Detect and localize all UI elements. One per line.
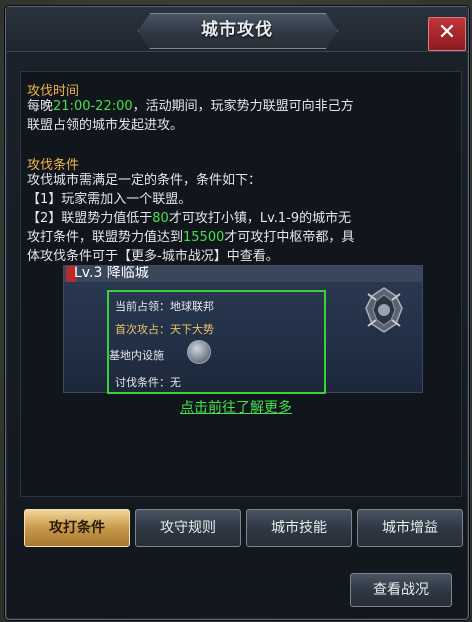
item2-mid: 才可攻打小镇，Lv.1-9的城市无 [168,211,352,226]
highlight-box: 当前占领：地球联邦 首次攻占：天下大势 基地内设施 讨伐条件：无 [107,290,326,394]
condition-item-2: 【2】联盟势力值低于80才可攻打小镇，Lv.1-9的城市无 [27,209,447,228]
item2-prefix: 【2】联盟势力值低于 [27,211,153,226]
close-button[interactable]: ✕ [428,17,466,51]
tab-city-buffs[interactable]: 城市增益 [357,509,463,547]
condition-text: 讨伐条件：无 [115,376,181,389]
time-suffix: ，活动期间，玩家势力联盟可向非己方 [132,99,354,114]
item2-line2-suffix: 才可攻打中枢帝都，具 [224,230,355,245]
condition-intro: 攻伐城市需满足一定的条件，条件如下： [27,173,262,188]
dialog-title: 城市攻伐 [201,20,273,40]
first-attack-text: 首次攻占：天下大势 [115,323,214,336]
facility-text: 基地内设施 [109,349,164,362]
tab-attack-defense-rules[interactable]: 攻守规则 [135,509,241,547]
alliance-emblem-icon [365,287,403,333]
condition-item-2-line-2: 攻打条件，联盟势力值达到15500才可攻打中枢帝都，具 [27,228,447,247]
learn-more-link[interactable]: 点击前往了解更多 [0,397,472,417]
threshold-large: 15500 [183,230,225,245]
condition-item-2-line-3: 体攻伐条件可于【更多-城市战况】中查看。 [27,249,279,264]
preview-header: Lv.3 降临城 [64,266,422,282]
close-icon: ✕ [437,20,457,45]
tab-city-skills[interactable]: 城市技能 [246,509,352,547]
time-line-1: 每晚21:00-22:00，活动期间，玩家势力联盟可向非己方 [27,97,447,116]
facility-icon [187,340,211,364]
tab-attack-conditions[interactable]: 攻打条件 [24,509,130,547]
item2-line2-prefix: 攻打条件，联盟势力值达到 [27,230,184,245]
time-range: 21:00-22:00 [53,99,133,114]
city-preview-image: Lv.3 降临城 当前占领：地球联邦 首次攻占：天下大势 基地内设施 讨伐条件：… [63,265,423,394]
city-level-text: Lv.3 降临城 [74,266,149,281]
view-battle-status-button[interactable]: 查看战况 [350,573,452,607]
time-line-2: 联盟占领的城市发起进攻。 [27,118,184,133]
threshold-small: 80 [152,211,169,226]
condition-item-1: 【1】玩家需加入一个联盟。 [27,192,192,207]
occupier-text: 当前占领：地球联邦 [115,300,214,313]
time-prefix: 每晚 [27,99,54,114]
